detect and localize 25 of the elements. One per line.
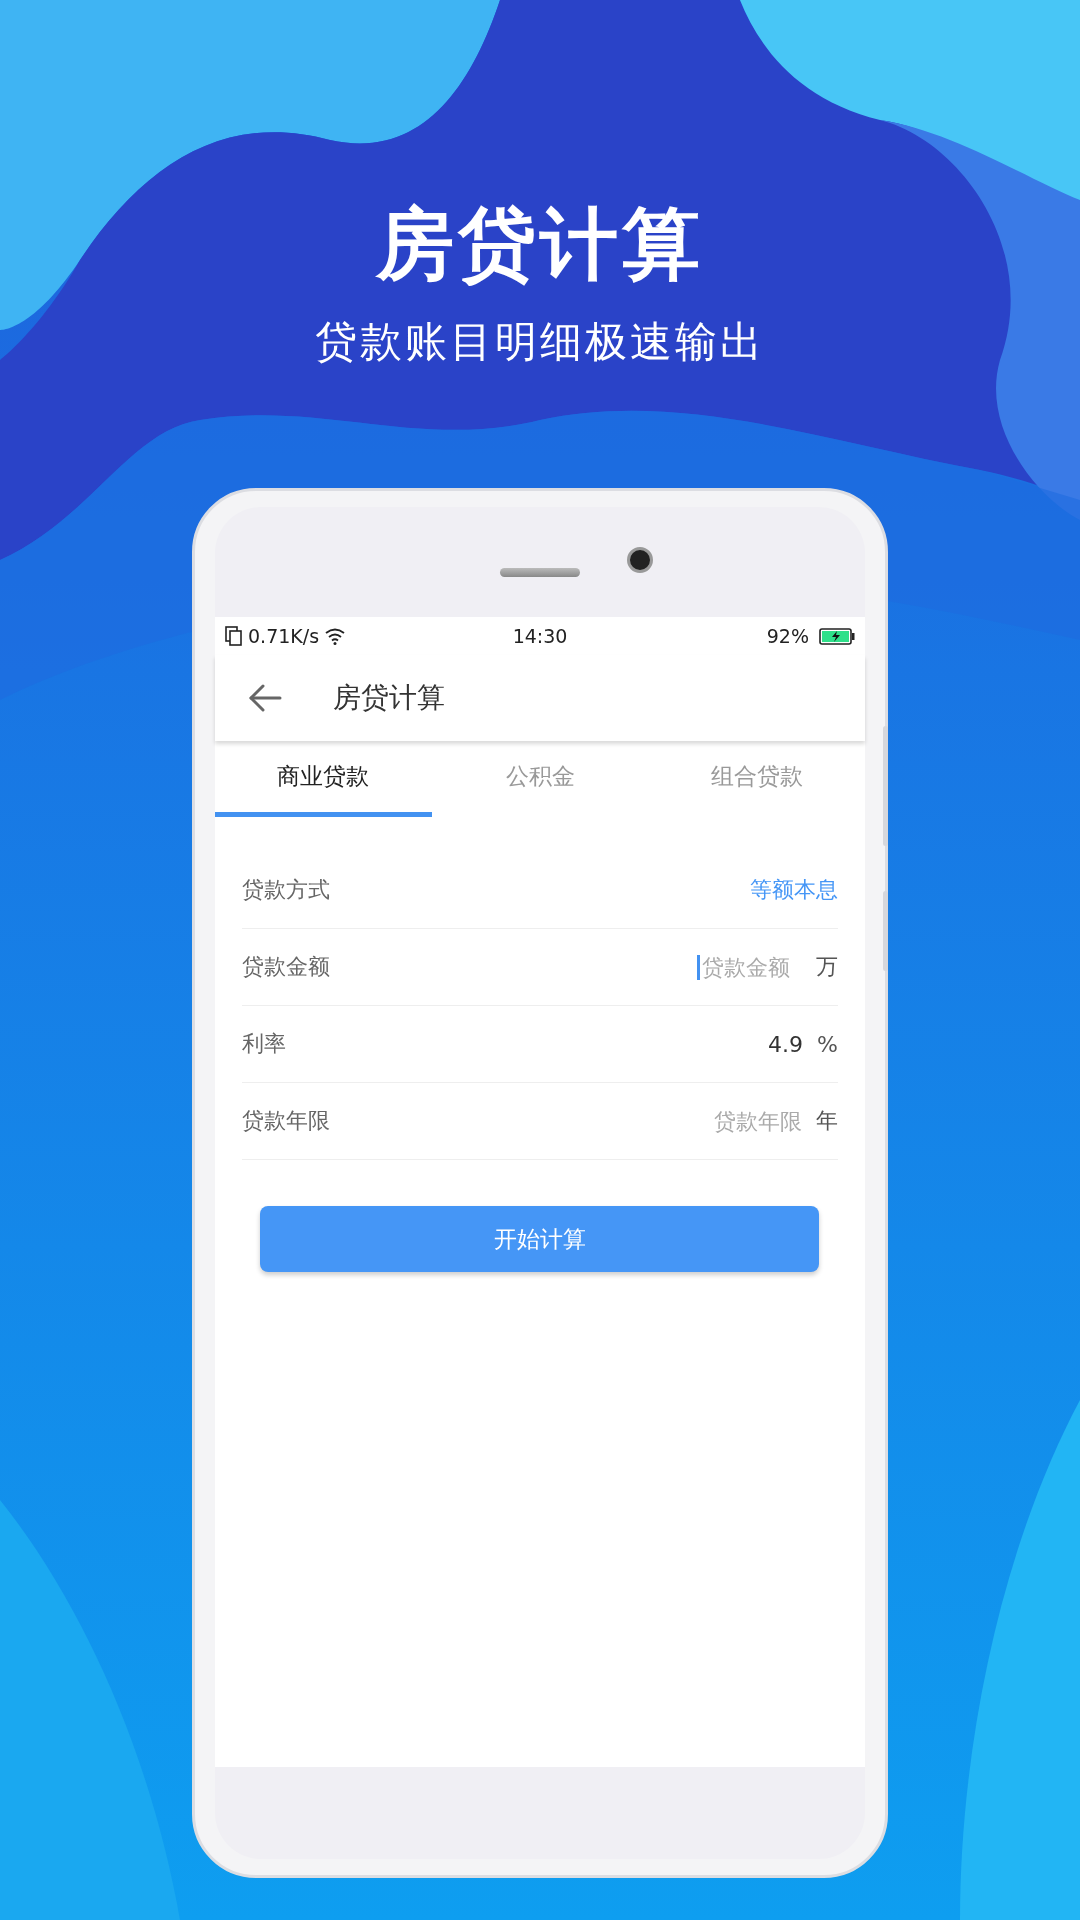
battery-charging-icon — [819, 627, 855, 645]
network-speed: 0.71K/s — [248, 625, 320, 647]
battery-percent: 92% — [766, 625, 809, 647]
loan-type-tab[interactable]: 商业贷款 — [215, 741, 432, 817]
loan-type-tab[interactable]: 组合贷款 — [648, 741, 865, 817]
field-label: 贷款金额 — [242, 953, 331, 981]
input-field[interactable]: 贷款年限 — [697, 1108, 802, 1134]
field-label: 贷款年限 — [242, 1107, 331, 1135]
back-arrow-icon[interactable] — [247, 683, 283, 713]
field-label: 利率 — [242, 1030, 287, 1058]
promo-subtitle: 贷款账目明细极速输出 — [315, 321, 765, 363]
field-label: 贷款方式 — [242, 876, 331, 904]
clock-time: 14:30 — [512, 625, 568, 647]
sim-icon — [225, 626, 243, 646]
loan-type-tab[interactable]: 公积金 — [431, 741, 649, 817]
camera-lens — [627, 547, 653, 573]
input-field[interactable]: 4.9 — [698, 1031, 804, 1057]
input-field[interactable]: 贷款金额 — [697, 954, 802, 980]
app-title: 房贷计算 — [333, 680, 445, 716]
calculate-button[interactable]: 开始计算 — [260, 1206, 819, 1272]
unit-label: 万 — [816, 953, 838, 981]
unit-label: 年 — [816, 1107, 838, 1135]
wifi-icon — [324, 627, 347, 645]
unit-label: % — [817, 1031, 838, 1057]
repayment-method-selector[interactable]: 等额本息 — [750, 875, 838, 905]
